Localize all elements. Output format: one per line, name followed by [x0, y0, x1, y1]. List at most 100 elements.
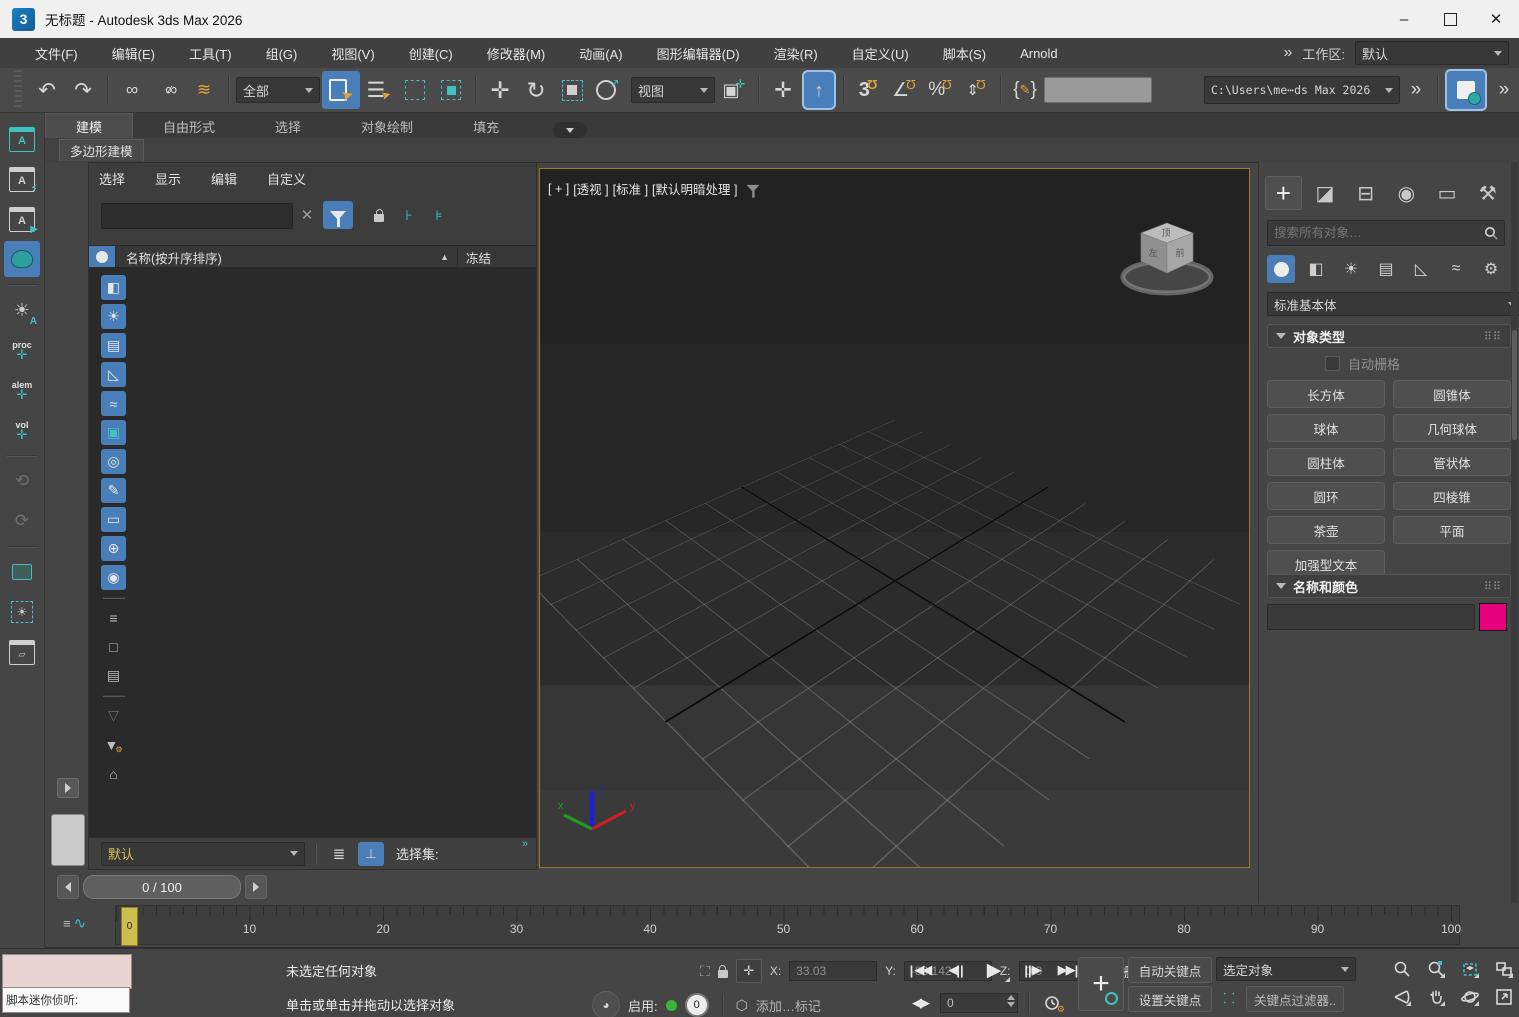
arnold-renderview-button[interactable]: A [4, 121, 40, 157]
time-playhead[interactable]: 0 [121, 907, 138, 946]
name-color-rollout-header[interactable]: 名称和颜色 ⠿⠿ [1267, 574, 1511, 598]
autogrid-checkbox[interactable] [1325, 356, 1340, 371]
primitive-button[interactable]: 球体 [1267, 414, 1385, 442]
ribbon-tab[interactable]: 对象绘制 [331, 114, 443, 138]
ribbon-state-button[interactable] [553, 122, 587, 138]
track-bar-ruler[interactable]: 102030405060708090100 0 [115, 905, 1460, 945]
absolute-mode-button[interactable]: ✛ [736, 959, 762, 983]
isolate-selection-button[interactable]: ◕ [592, 991, 620, 1017]
redo-button[interactable]: ↷ [66, 72, 100, 108]
arnold-alembic-button[interactable]: alem✛ [4, 372, 40, 408]
filter-config-button[interactable]: ▼⚙ [101, 732, 126, 757]
panel-search-field[interactable] [1267, 220, 1505, 246]
create-tab[interactable]: + [1265, 176, 1302, 210]
maxscript-mini-listener[interactable]: 脚本迷你侦听: [2, 987, 130, 1013]
folder-button[interactable]: ⌂ [101, 761, 126, 786]
menu-item[interactable]: 文件(F) [18, 38, 95, 68]
object-name-field[interactable] [1267, 604, 1475, 630]
select-scale-button[interactable] [555, 72, 589, 108]
maximize-viewport-button[interactable] [1494, 987, 1514, 1007]
display-spacewarps-toggle[interactable]: ≈ [101, 391, 126, 416]
select-object-button[interactable]: ➤ [322, 71, 360, 109]
view-cube[interactable]: 顶 左 前 [1117, 201, 1221, 311]
list-view-button[interactable]: ≡ [101, 605, 126, 630]
select-place-button[interactable]: ↗ [591, 72, 625, 108]
snaps-toggle-button[interactable]: 3Ω [851, 72, 885, 108]
viewport-renderer-menu[interactable]: [标准 ] [613, 179, 648, 198]
display-tab[interactable]: ▭ [1430, 177, 1465, 209]
set-keys-button[interactable]: + [1078, 957, 1124, 1011]
viewport-shading-menu[interactable]: [默认明暗处理 ] [652, 179, 737, 198]
named-selection-sets-button[interactable]: {✎} [1008, 72, 1042, 108]
display-lights-toggle[interactable]: ☀ [101, 304, 126, 329]
cameras-category-button[interactable]: ▤ [1372, 255, 1400, 283]
detail-view-button[interactable]: ▤ [101, 663, 126, 688]
ribbon-tab[interactable]: 选择 [245, 114, 331, 138]
key-mode-toggle[interactable]: ◀▶ [908, 995, 932, 1011]
undo-button[interactable]: ↶ [30, 72, 64, 108]
menu-item[interactable]: 修改器(M) [470, 38, 563, 68]
named-sets-input[interactable] [1044, 77, 1152, 103]
zoom-extents-button[interactable] [1460, 959, 1480, 979]
toolbar-overflow-icon[interactable]: » [1402, 79, 1430, 101]
display-geometry-toggle[interactable]: ◧ [101, 275, 126, 300]
use-pivot-center-button[interactable]: ▣✛ [717, 72, 751, 108]
workspace-dropdown[interactable]: 默认 [1355, 41, 1509, 65]
viewport-filter-icon[interactable] [747, 185, 760, 192]
autosave-button[interactable] [1445, 69, 1487, 111]
name-column-header[interactable]: 名称(按升序排序) [116, 248, 222, 267]
lights-category-button[interactable]: ☀ [1337, 255, 1365, 283]
mini-curve-editor-button[interactable]: ≡ ∿ [63, 909, 103, 937]
hierarchy-tab[interactable]: ⊟ [1348, 177, 1383, 209]
spinner-arrows-icon[interactable] [1007, 995, 1015, 1007]
explorer-preset-dropdown[interactable]: 默认 [101, 842, 305, 866]
display-cameras-toggle[interactable]: ▤ [101, 333, 126, 358]
clear-search-icon[interactable]: ✕ [297, 205, 317, 225]
ribbon-tab[interactable]: 自由形式 [133, 114, 245, 138]
primitive-button[interactable]: 平面 [1393, 516, 1511, 544]
key-steps-icon[interactable]: ⸬ [1216, 986, 1242, 1010]
convert-materials-button[interactable]: ⟳ [4, 503, 40, 539]
arnold-light-button[interactable]: ☀A [4, 292, 40, 328]
set-key-button[interactable]: 设置关键点 [1128, 986, 1212, 1012]
select-manipulate-button[interactable]: ✛ [766, 72, 800, 108]
project-folder-dropdown[interactable]: C:\Users\me⋯ds Max 2026 [1204, 76, 1400, 104]
window-crossing-button[interactable] [434, 72, 468, 108]
play-button[interactable]: ▶ [977, 957, 1011, 983]
primitive-button[interactable]: 茶壶 [1267, 516, 1385, 544]
maxtoa-toggle-button[interactable] [4, 241, 40, 277]
flat-mode-button[interactable]: ⊧ [427, 203, 451, 227]
keyboard-override-toggle[interactable]: ↑ [802, 70, 836, 110]
viewport-general-menu[interactable]: [ + ] [548, 182, 569, 196]
display-probes-toggle[interactable]: ✎ [101, 478, 126, 503]
primitive-button[interactable]: 四棱锥 [1393, 482, 1511, 510]
menu-item[interactable]: 图形编辑器(D) [640, 38, 757, 68]
menu-item[interactable]: 工具(T) [172, 38, 249, 68]
menu-item[interactable]: 自定义(U) [835, 38, 926, 68]
menu-item[interactable]: 渲染(R) [757, 38, 835, 68]
explorer-list[interactable]: ◧ ☀ ▤ ◺ ≈ ▣ ◎ ✎ ▭ ⊕ ◉ ≡ □ ▤ ▽ ▼⚙ ⌂ [89, 267, 536, 837]
ribbon-tab[interactable]: 填充 [443, 114, 529, 138]
display-hidden-toggle[interactable]: ◉ [101, 565, 126, 590]
expand-panel-button[interactable] [57, 778, 79, 798]
close-button[interactable]: ✕ [1473, 0, 1519, 38]
previous-key-button[interactable]: ◀|| [941, 958, 971, 982]
panel-scrollbar-thumb[interactable] [1512, 330, 1517, 440]
minimize-button[interactable]: – [1381, 0, 1427, 38]
object-type-column-header[interactable] [89, 246, 116, 268]
reference-coordinate-dropdown[interactable]: 视图 [631, 77, 715, 103]
primitive-button[interactable]: 圆环 [1267, 482, 1385, 510]
angle-snap-button[interactable]: ∠Ω [887, 72, 921, 108]
hierarchy-mode-button[interactable]: ⊦ [397, 203, 421, 227]
menu-item[interactable]: 编辑(E) [95, 38, 172, 68]
bind-spacewarp-button[interactable]: ≋ [187, 72, 221, 108]
footer-overflow-icon[interactable]: » [522, 838, 528, 850]
systems-category-button[interactable]: ⚙ [1477, 255, 1505, 283]
panel-scrollbar[interactable] [1511, 162, 1518, 903]
menu-item[interactable]: 视图(V) [314, 38, 391, 68]
unlink-button[interactable]: ∞⁄ [151, 72, 185, 108]
menu-item[interactable]: 创建(C) [392, 38, 470, 68]
primitive-button[interactable]: 管状体 [1393, 448, 1511, 476]
geometry-category-button[interactable] [1267, 255, 1295, 283]
add-time-tag[interactable]: 添加…标记 [756, 996, 821, 1015]
